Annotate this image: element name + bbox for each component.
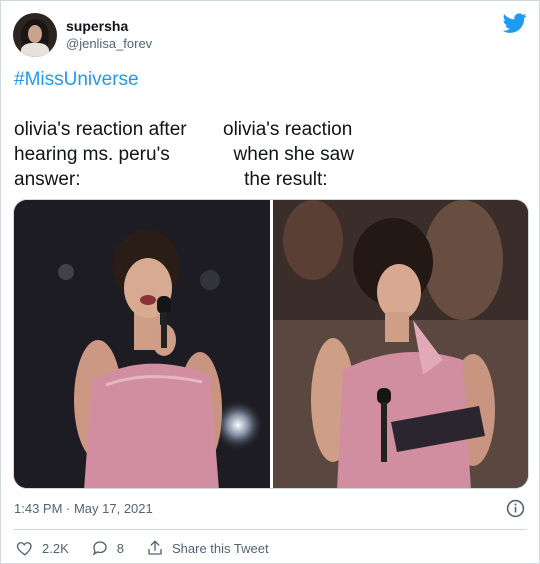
hashtag-link[interactable]: #MissUniverse: [14, 67, 139, 93]
media-grid[interactable]: [13, 199, 529, 489]
tweet-timestamp[interactable]: 1:43 PM · May 17, 2021: [14, 499, 153, 519]
like-button[interactable]: 2.2K: [16, 539, 69, 557]
info-icon[interactable]: [506, 499, 525, 518]
reply-count: 8: [116, 540, 124, 556]
tweet-actions: 2.2K 8 Share this Tweet: [16, 539, 291, 557]
share-label: Share this Tweet: [171, 540, 269, 556]
tweet-card: supersha @jenlisa_forev #MissUniverse ol…: [0, 0, 540, 564]
like-count: 2.2K: [42, 540, 69, 556]
caption-left: olivia's reaction after hearing ms. peru…: [14, 119, 187, 190]
user-handle[interactable]: @jenlisa_forev: [66, 35, 152, 53]
share-button[interactable]: Share this Tweet: [146, 539, 269, 557]
reply-button[interactable]: 8: [91, 539, 124, 557]
divider: [13, 529, 527, 530]
author-names: supersha @jenlisa_forev: [66, 17, 152, 53]
reply-icon: [92, 541, 107, 556]
media-image-right[interactable]: [272, 200, 528, 488]
heart-icon: [16, 542, 32, 556]
media-image-left[interactable]: [14, 200, 270, 488]
share-icon: [148, 540, 162, 555]
caption-right: olivia's reaction when she saw the resul…: [223, 119, 354, 190]
display-name[interactable]: supersha: [66, 17, 152, 35]
tweet-header: supersha @jenlisa_forev: [13, 13, 152, 57]
avatar[interactable]: [13, 13, 57, 57]
twitter-bird-icon[interactable]: [503, 11, 527, 35]
